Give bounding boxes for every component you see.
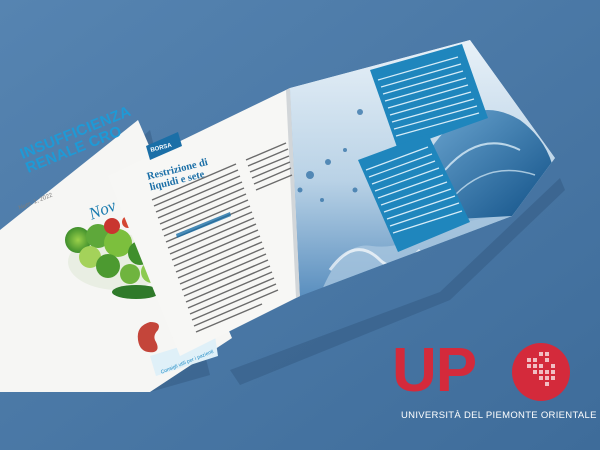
logo-wordmark: UP	[392, 336, 477, 405]
brochure-mockup-scene	[0, 0, 600, 450]
logo-caption: UNIVERSITÀ DEL PIEMONTE ORIENTALE	[401, 410, 597, 421]
logo-region-map-icon	[512, 343, 570, 401]
